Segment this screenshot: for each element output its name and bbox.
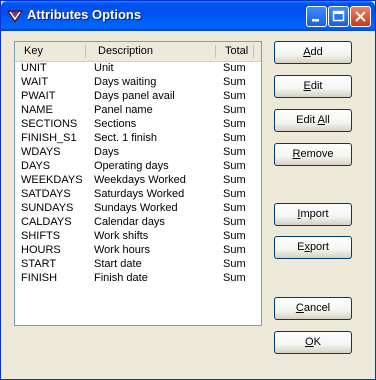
cell-description: Sect. 1 finish: [94, 132, 157, 144]
table-row[interactable]: WDAYS Days Sum: [15, 145, 261, 159]
table-row[interactable]: SHIFTS Work shifts Sum: [15, 229, 261, 243]
cell-total: Sum: [223, 258, 246, 270]
edit-all-button[interactable]: Edit All: [274, 109, 352, 132]
cell-description: Start date: [94, 258, 142, 270]
column-divider[interactable]: [85, 45, 86, 58]
table-row[interactable]: START Start date Sum: [15, 257, 261, 271]
cell-description: Finish date: [94, 272, 148, 284]
cell-key: NAME: [21, 104, 53, 116]
minimize-button[interactable]: [306, 6, 327, 27]
table-row[interactable]: SATDAYS Saturdays Worked Sum: [15, 187, 261, 201]
cell-description: Panel name: [94, 104, 153, 116]
cell-description: Calendar days: [94, 216, 165, 228]
attributes-list[interactable]: Key Description Total UNIT Unit Sum WAIT Day…: [14, 41, 262, 326]
title-bar[interactable]: Attributes Options: [1, 1, 375, 31]
cell-total: Sum: [223, 118, 246, 130]
table-row[interactable]: WEEKDAYS Weekdays Worked Sum: [15, 173, 261, 187]
window-title: Attributes Options: [27, 7, 142, 22]
cell-key: FINISH: [21, 272, 58, 284]
table-row[interactable]: NAME Panel name Sum: [15, 103, 261, 117]
minimize-icon: [312, 19, 319, 22]
cell-key: SATDAYS: [21, 188, 71, 200]
cell-description: Saturdays Worked: [94, 188, 185, 200]
column-key[interactable]: Key: [24, 45, 43, 57]
column-divider[interactable]: [215, 45, 216, 58]
cell-description: Work shifts: [94, 230, 149, 242]
cell-description: Work hours: [94, 244, 151, 256]
table-row[interactable]: HOURS Work hours Sum: [15, 243, 261, 257]
cell-description: Weekdays Worked: [94, 174, 186, 186]
table-row[interactable]: FINISH Finish date Sum: [15, 271, 261, 285]
cell-description: Days waiting: [94, 76, 157, 88]
column-divider[interactable]: [253, 45, 254, 58]
cell-total: Sum: [223, 230, 246, 242]
cell-total: Sum: [223, 132, 246, 144]
cell-key: SUNDAYS: [21, 202, 74, 214]
cell-total: Sum: [223, 272, 246, 284]
table-row[interactable]: CALDAYS Calendar days Sum: [15, 215, 261, 229]
cell-key: DAYS: [21, 160, 51, 172]
ok-button[interactable]: OK: [274, 331, 352, 354]
close-button[interactable]: [350, 6, 371, 27]
cell-total: Sum: [223, 62, 246, 74]
attributes-options-window: Attributes Options Key Description Total…: [0, 0, 376, 380]
cell-description: Days: [94, 146, 120, 158]
cell-key: PWAIT: [21, 90, 56, 102]
cell-total: Sum: [223, 244, 246, 256]
cell-total: Sum: [223, 160, 246, 172]
table-row[interactable]: SUNDAYS Sundays Worked Sum: [15, 201, 261, 215]
cell-key: FINISH_S1: [21, 132, 77, 144]
cell-total: Sum: [223, 216, 246, 228]
cell-total: Sum: [223, 202, 246, 214]
cell-description: Days panel avail: [94, 90, 175, 102]
maximize-button[interactable]: [328, 6, 349, 27]
remove-button[interactable]: Remove: [274, 143, 352, 166]
cell-total: Sum: [223, 90, 246, 102]
cell-key: WEEKDAYS: [21, 174, 83, 186]
cell-description: Sundays Worked: [94, 202, 178, 214]
edit-button[interactable]: Edit: [274, 75, 352, 98]
list-rows: UNIT Unit Sum WAIT Days waiting Sum PWAIT Days …: [15, 61, 261, 285]
app-icon: [7, 8, 23, 24]
maximize-icon: [332, 10, 345, 22]
export-button[interactable]: Export: [274, 236, 352, 259]
cell-total: Sum: [223, 146, 246, 158]
table-row[interactable]: PWAIT Days panel avail Sum: [15, 89, 261, 103]
add-button[interactable]: Add: [274, 41, 352, 64]
cell-description: Operating days: [94, 160, 169, 172]
cell-key: HOURS: [21, 244, 61, 256]
cell-key: SHIFTS: [21, 230, 61, 242]
table-row[interactable]: DAYS Operating days Sum: [15, 159, 261, 173]
cell-total: Sum: [223, 76, 246, 88]
table-row[interactable]: WAIT Days waiting Sum: [15, 75, 261, 89]
cell-key: UNIT: [21, 62, 47, 74]
column-description[interactable]: Description: [98, 45, 153, 57]
cell-total: Sum: [223, 104, 246, 116]
cell-description: Unit: [94, 62, 114, 74]
table-row[interactable]: SECTIONS Sections Sum: [15, 117, 261, 131]
cell-key: CALDAYS: [21, 216, 72, 228]
close-icon: [355, 11, 366, 22]
cell-key: START: [21, 258, 57, 270]
cell-total: Sum: [223, 188, 246, 200]
cell-description: Sections: [94, 118, 137, 130]
column-total[interactable]: Total: [225, 45, 248, 57]
cell-total: Sum: [223, 174, 246, 186]
import-button[interactable]: Import: [274, 203, 352, 226]
cancel-button[interactable]: Cancel: [274, 297, 352, 320]
cell-key: SECTIONS: [21, 118, 78, 130]
table-row[interactable]: UNIT Unit Sum: [15, 61, 261, 75]
list-header: Key Description Total: [15, 42, 261, 62]
cell-key: WDAYS: [21, 146, 61, 158]
cell-key: WAIT: [21, 76, 49, 88]
table-row[interactable]: FINISH_S1 Sect. 1 finish Sum: [15, 131, 261, 145]
